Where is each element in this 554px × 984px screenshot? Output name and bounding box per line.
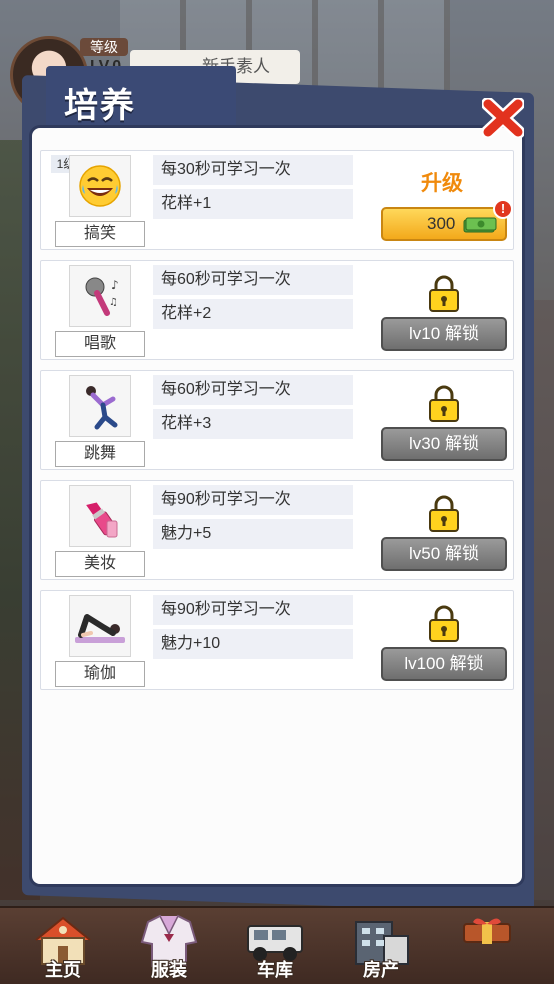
nav-label: 车库 xyxy=(257,960,293,980)
unlock-button[interactable]: lv50 解锁 xyxy=(381,537,507,571)
nav-clothing[interactable]: 服装 xyxy=(124,912,214,984)
nav-garage[interactable]: 车库 xyxy=(230,912,320,984)
nav-property[interactable]: 房产 xyxy=(336,912,426,984)
study-reward: 花样+3 xyxy=(153,409,353,439)
study-reward: 魅力+10 xyxy=(153,629,353,659)
unlock-button[interactable]: lv100 解锁 xyxy=(381,647,507,681)
item-name: 跳舞 xyxy=(55,441,145,467)
training-panel: 1级 搞笑 每30秒可学习一次 花样+1 升级 300 ! ♪ ♫ 唱歌 每60… xyxy=(32,128,522,884)
study-interval: 每90秒可学习一次 xyxy=(153,595,353,625)
unlock-button[interactable]: lv30 解锁 xyxy=(381,427,507,461)
microphone-icon: ♪ ♫ xyxy=(69,265,131,327)
dancer-icon xyxy=(69,375,131,437)
item-name: 搞笑 xyxy=(55,221,145,247)
training-row-yoga: 瑜伽 每90秒可学习一次 魅力+10 lv100 解锁 xyxy=(40,590,514,690)
cash-icon xyxy=(463,217,497,233)
bottom-nav: 主页 服装 车库 房产 xyxy=(0,906,554,984)
item-name: 美妆 xyxy=(55,551,145,577)
item-name: 唱歌 xyxy=(55,331,145,357)
alert-badge: ! xyxy=(493,199,513,219)
svg-text:♫: ♫ xyxy=(109,297,118,308)
study-reward: 花样+1 xyxy=(153,189,353,219)
gift-box-icon xyxy=(463,918,511,944)
upgrade-cost: 300 xyxy=(427,214,456,233)
padlock-icon xyxy=(429,385,459,422)
laughing-emoji-icon xyxy=(69,155,131,217)
padlock-icon xyxy=(429,495,459,532)
panel-title: 培养 xyxy=(64,87,136,125)
item-name: 瑜伽 xyxy=(55,661,145,687)
study-interval: 每90秒可学习一次 xyxy=(153,485,353,515)
nav-gift[interactable] xyxy=(442,912,532,984)
nav-label: 服装 xyxy=(151,960,187,980)
study-interval: 每30秒可学习一次 xyxy=(153,155,353,185)
study-interval: 每60秒可学习一次 xyxy=(153,375,353,405)
training-row-makeup: 美妆 每90秒可学习一次 魅力+5 lv50 解锁 xyxy=(40,480,514,580)
nav-label: 房产 xyxy=(363,960,399,980)
yoga-icon xyxy=(69,595,131,657)
level-tag: 等级 xyxy=(80,38,128,56)
upgrade-label: 升级 xyxy=(421,172,463,195)
nav-label: 主页 xyxy=(45,960,81,980)
upgrade-button[interactable]: 300 ! xyxy=(381,199,513,241)
study-interval: 每60秒可学习一次 xyxy=(153,265,353,295)
training-row-singing: ♪ ♫ 唱歌 每60秒可学习一次 花样+2 lv10 解锁 xyxy=(40,260,514,360)
close-icon[interactable] xyxy=(482,98,524,138)
svg-text:♪: ♪ xyxy=(111,278,119,292)
unlock-button[interactable]: lv10 解锁 xyxy=(381,317,507,351)
study-reward: 花样+2 xyxy=(153,299,353,329)
padlock-icon xyxy=(429,275,459,312)
lipstick-icon xyxy=(69,485,131,547)
study-reward: 魅力+5 xyxy=(153,519,353,549)
padlock-icon xyxy=(429,605,459,642)
training-row-dancing: 跳舞 每60秒可学习一次 花样+3 lv30 解锁 xyxy=(40,370,514,470)
nav-home[interactable]: 主页 xyxy=(18,912,108,984)
training-row-funny: 1级 搞笑 每30秒可学习一次 花样+1 升级 300 ! xyxy=(40,150,514,250)
